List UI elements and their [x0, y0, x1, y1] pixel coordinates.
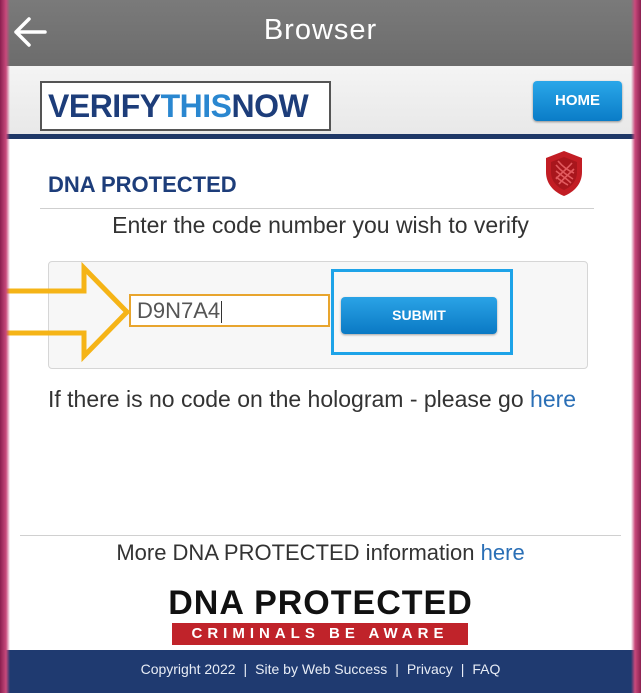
logo-text-verify: VERIFY	[48, 88, 161, 124]
browser-title: Browser	[263, 14, 378, 46]
footer-separator: |	[395, 661, 399, 677]
site-footer: Copyright 2022 | Site by Web Success | Priva…	[0, 650, 641, 693]
brand-logo-name: DNA PROTECTED	[168, 584, 473, 622]
shield-icon	[543, 149, 585, 197]
home-button[interactable]: HOME	[533, 81, 622, 121]
footer-site-by-link[interactable]: Site by Web Success	[255, 661, 387, 677]
more-info-text: More DNA PROTECTED information	[116, 540, 475, 565]
no-code-message: If there is no code on the hologram - pl…	[48, 386, 576, 413]
site-logo[interactable]: VERIFYTHISNOW	[40, 81, 331, 131]
footer-separator: |	[460, 661, 465, 677]
more-info-message: More DNA PROTECTED information here	[0, 540, 641, 566]
frame-right	[631, 0, 641, 693]
no-code-text: If there is no code on the hologram - pl…	[48, 386, 524, 412]
browser-toolbar: Browser	[0, 0, 641, 66]
logo-text-now: NOW	[231, 88, 309, 124]
arrow-right-icon	[0, 262, 131, 362]
header-divider	[0, 134, 641, 139]
code-input[interactable]: D9N7A4	[129, 294, 330, 327]
code-input-value: D9N7A4	[137, 298, 221, 323]
content-divider	[20, 535, 621, 536]
text-caret	[221, 301, 223, 324]
brand-logo-tagline: CRIMINALS BE AWARE	[172, 623, 468, 645]
footer-privacy-link[interactable]: Privacy	[407, 661, 453, 677]
more-info-link[interactable]: here	[481, 540, 525, 565]
no-code-link[interactable]: here	[530, 386, 576, 412]
logo-text-this: THIS	[160, 88, 232, 124]
section-divider	[40, 208, 594, 209]
submit-button[interactable]: SUBMIT	[341, 297, 497, 334]
frame-left	[0, 0, 10, 693]
footer-faq-link[interactable]: FAQ	[472, 661, 500, 677]
footer-separator: |	[243, 661, 248, 677]
footer-copyright: Copyright 2022	[140, 661, 236, 677]
page-title: DNA PROTECTED	[48, 172, 237, 197]
verify-instructions: Enter the code number you wish to verify	[112, 212, 529, 238]
